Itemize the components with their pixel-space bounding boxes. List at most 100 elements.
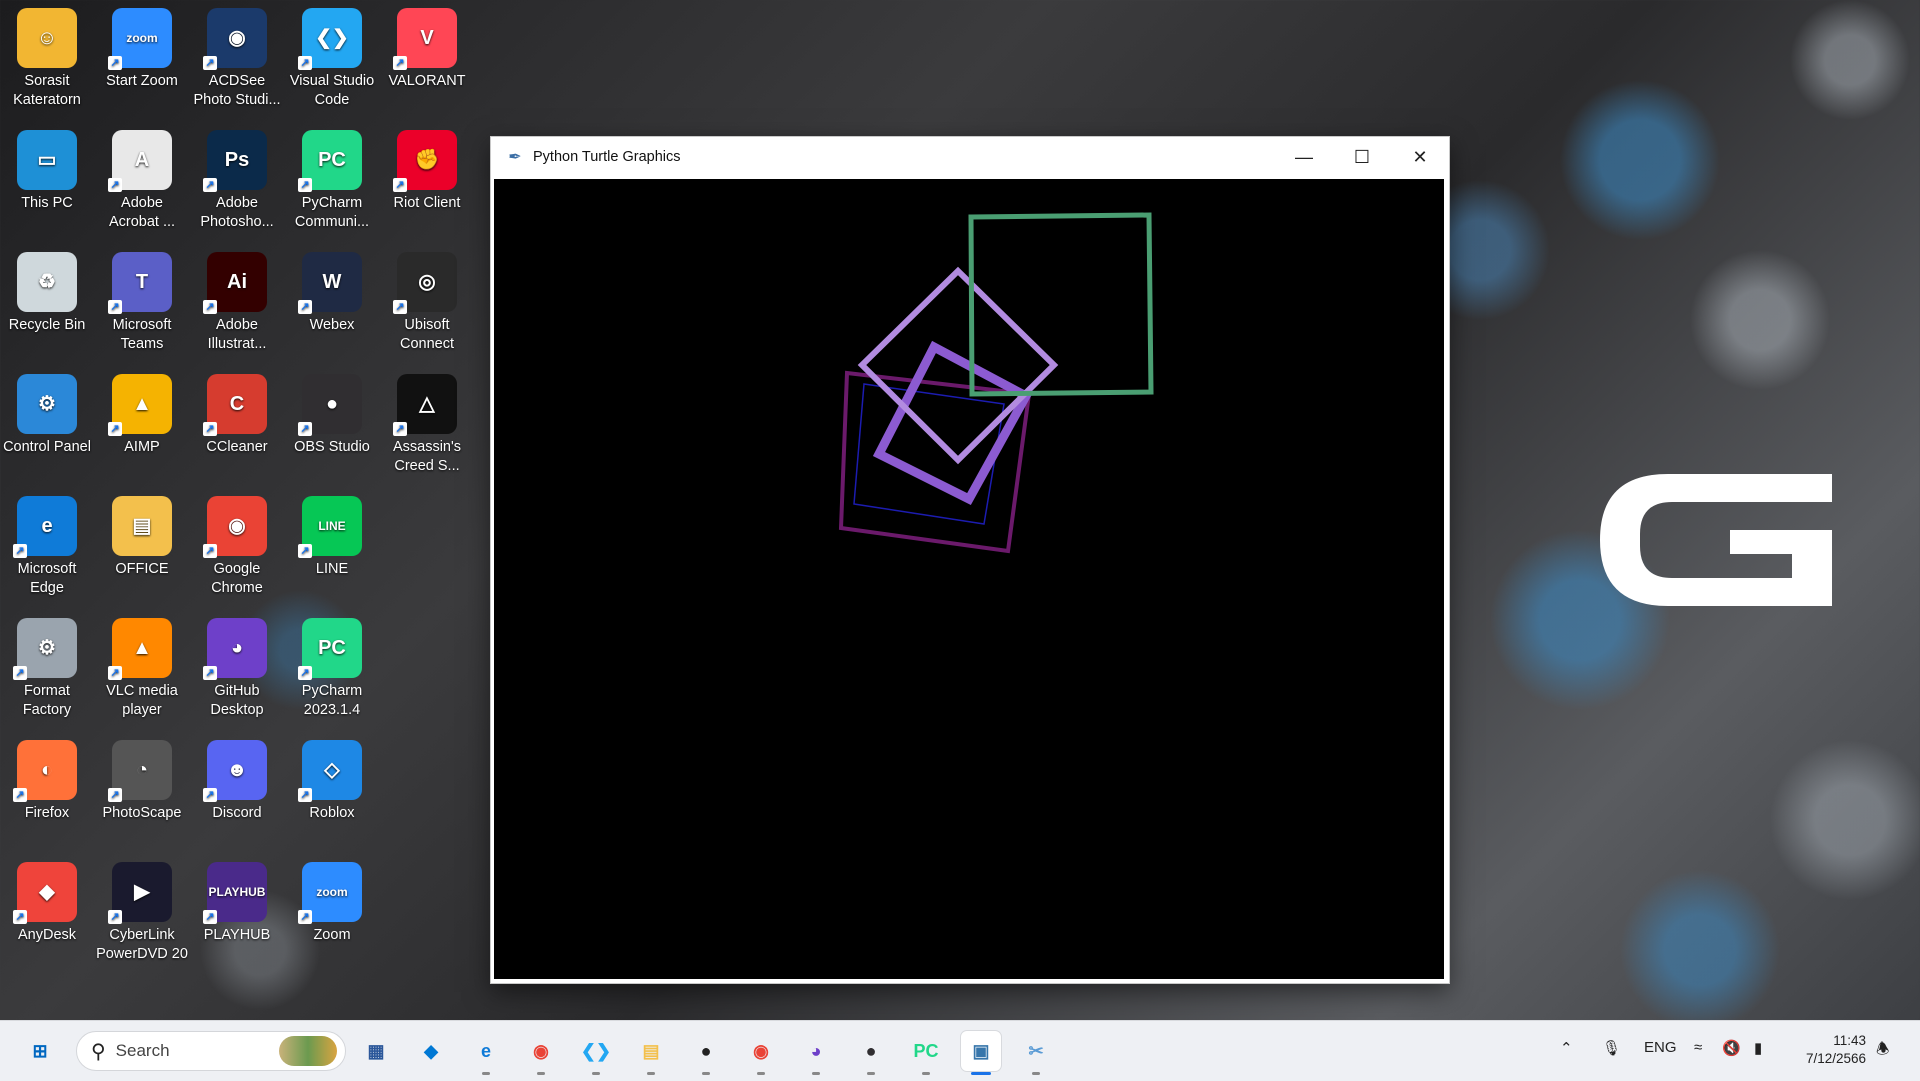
desktop-icon[interactable]: W ↗ Webex <box>285 252 379 335</box>
volume-muted-icon[interactable]: 🔇 <box>1722 1039 1741 1057</box>
taskbar-pycharm[interactable]: PC <box>906 1031 946 1075</box>
desktop-icon[interactable]: ▶ ↗ CyberLink PowerDVD 20 <box>95 862 189 964</box>
desktop-icon-label: VALORANT <box>388 73 466 89</box>
shortcut-arrow-icon: ↗ <box>203 178 217 192</box>
shortcut-arrow-icon: ↗ <box>108 178 122 192</box>
desktop-icon[interactable]: PLAYHUB ↗ PLAYHUB <box>190 862 284 945</box>
acrobat-icon: A ↗ <box>108 130 172 192</box>
taskbar-chrome-profile[interactable]: ◉ <box>741 1031 781 1075</box>
desktop-icon[interactable]: ☺ Sorasit Kateratorn <box>0 8 94 110</box>
desktop-icon-label: Sorasit Kateratorn <box>13 73 81 108</box>
desktop-icon-label: Start Zoom <box>106 73 178 89</box>
taskbar-snipping-tool[interactable]: ✂ <box>1016 1031 1056 1075</box>
taskbar-clock[interactable]: 11:43 7/12/2566 <box>1784 1032 1866 1068</box>
desktop-icon[interactable]: ◉ ↗ ACDSee Photo Studi... <box>190 8 284 110</box>
maximize-button[interactable]: ☐ <box>1333 137 1391 177</box>
desktop-icon-label: GitHub Desktop <box>210 683 264 718</box>
desktop-icon[interactable]: ⚙ ↗ Format Factory <box>0 618 94 720</box>
folder-icon: ▤ <box>112 496 172 556</box>
desktop-icon[interactable]: zoom ↗ Zoom <box>285 862 379 945</box>
recycle-bin-icon: ♻ <box>17 252 77 312</box>
taskbar-obs[interactable]: ● <box>851 1031 891 1075</box>
turtle-canvas[interactable] <box>494 179 1444 979</box>
running-indicator <box>971 1072 991 1075</box>
desktop-icon[interactable]: △ ↗ Assassin's Creed S... <box>380 374 474 476</box>
taskbar-vscode[interactable]: ❮❯ <box>576 1031 616 1075</box>
desktop-icon[interactable]: ● ↗ OBS Studio <box>285 374 379 457</box>
desktop-icon[interactable]: ◉ ↗ Google Chrome <box>190 496 284 598</box>
taskbar-edge[interactable]: e <box>466 1031 506 1075</box>
desktop-icon-label: OFFICE <box>115 561 169 577</box>
desktop-icon[interactable]: ✊ ↗ Riot Client <box>380 130 474 213</box>
taskbar-windows-security[interactable]: ◆ <box>411 1031 451 1071</box>
wifi-icon[interactable]: ≈ <box>1694 1039 1702 1056</box>
desktop-icon[interactable]: zoom ↗ Start Zoom <box>95 8 189 91</box>
shortcut-arrow-icon: ↗ <box>203 788 217 802</box>
vlc-icon: ▲ ↗ <box>108 618 172 680</box>
desktop-icon[interactable]: C ↗ CCleaner <box>190 374 284 457</box>
taskbar-search[interactable]: ⚲ Search <box>76 1031 346 1071</box>
desktop-icon[interactable]: ◎ ↗ Ubisoft Connect <box>380 252 474 354</box>
minimize-button[interactable]: — <box>1275 137 1333 177</box>
desktop-icon[interactable]: ◕ ↗ GitHub Desktop <box>190 618 284 720</box>
running-indicator <box>702 1072 710 1075</box>
running-indicator <box>757 1072 765 1075</box>
desktop-icon[interactable]: A ↗ Adobe Acrobat ... <box>95 130 189 232</box>
microphone-icon[interactable]: 🎙 <box>1602 1039 1621 1057</box>
taskbar-github-desktop[interactable]: ◕ <box>796 1031 836 1075</box>
shortcut-arrow-icon: ↗ <box>108 300 122 314</box>
shortcut-arrow-icon: ↗ <box>203 666 217 680</box>
valorant-icon: V ↗ <box>393 8 457 70</box>
desktop-icon-label: Webex <box>309 317 355 333</box>
control-panel-icon: ⚙ <box>17 374 77 434</box>
window-titlebar[interactable]: ✒ Python Turtle Graphics — ☐ ✕ <box>491 137 1449 177</box>
desktop-icon[interactable]: ◆ ↗ AnyDesk <box>0 862 94 945</box>
desktop-icon[interactable]: T ↗ Microsoft Teams <box>95 252 189 354</box>
desktop-icon-label: Control Panel <box>3 439 91 455</box>
desktop-icon[interactable]: ❮❯ ↗ Visual Studio Code <box>285 8 379 110</box>
desktop-icon[interactable]: ♻ Recycle Bin <box>0 252 94 335</box>
taskbar-chrome[interactable]: ◉ <box>521 1031 561 1075</box>
roblox-icon: ◇ ↗ <box>298 740 362 802</box>
language-indicator[interactable]: ENG <box>1644 1039 1677 1056</box>
chevron-up-icon[interactable]: ⌃ <box>1560 1039 1573 1057</box>
desktop-icon[interactable]: ⚙ Control Panel <box>0 374 94 457</box>
taskbar-python[interactable]: ▣ <box>961 1031 1001 1075</box>
desktop-icon[interactable]: PC ↗ PyCharm Communi... <box>285 130 379 232</box>
desktop-icon[interactable]: ▤ OFFICE <box>95 496 189 579</box>
desktop-icon[interactable]: ▲ ↗ VLC media player <box>95 618 189 720</box>
line-icon: LINE ↗ <box>298 496 362 558</box>
anydesk-icon: ◆ ↗ <box>13 862 77 924</box>
desktop-icon[interactable]: ☻ ↗ Discord <box>190 740 284 823</box>
desktop-icon[interactable]: ◔ ↗ PhotoScape <box>95 740 189 823</box>
user-folder-icon: ☺ <box>17 8 77 68</box>
desktop-icon-label: Discord <box>212 805 262 821</box>
shortcut-arrow-icon: ↗ <box>203 422 217 436</box>
notification-bell-icon[interactable]: 🕭 <box>1876 1039 1889 1064</box>
shortcut-arrow-icon: ↗ <box>298 910 312 924</box>
desktop-icon[interactable]: ◇ ↗ Roblox <box>285 740 379 823</box>
desktop-icon[interactable]: ◐ ↗ Firefox <box>0 740 94 823</box>
playhub-icon: PLAYHUB ↗ <box>203 862 267 924</box>
close-button[interactable]: ✕ <box>1391 137 1449 177</box>
desktop-icon-label: CCleaner <box>206 439 268 455</box>
clock-time: 11:43 <box>1833 1033 1866 1048</box>
window-title: Python Turtle Graphics <box>533 149 681 165</box>
desktop-icon[interactable]: Ai ↗ Adobe Illustrat... <box>190 252 284 354</box>
taskbar-microsoft-store[interactable]: ▦ <box>356 1031 396 1071</box>
desktop-icon[interactable]: V ↗ VALORANT <box>380 8 474 91</box>
desktop-icon[interactable]: ▭ This PC <box>0 130 94 213</box>
taskbar-file-explorer[interactable]: ▤ <box>631 1031 671 1075</box>
desktop-icon[interactable]: PC ↗ PyCharm 2023.1.4 <box>285 618 379 720</box>
desktop-icon[interactable]: Ps ↗ Adobe Photosho... <box>190 130 284 232</box>
desktop-icon[interactable]: e ↗ Microsoft Edge <box>0 496 94 598</box>
taskbar-start-button[interactable]: ⊞ <box>20 1031 60 1071</box>
turtle-window[interactable]: ✒ Python Turtle Graphics — ☐ ✕ <box>490 136 1450 984</box>
desktop-icon[interactable]: ▲ ↗ AIMP <box>95 374 189 457</box>
battery-icon[interactable]: ▮ <box>1754 1039 1762 1057</box>
shortcut-arrow-icon: ↗ <box>13 544 27 558</box>
desktop-icon[interactable]: LINE ↗ LINE <box>285 496 379 579</box>
taskbar: ⚲ Search ⊞ ▦ ◆ e ◉ ❮❯ ▤ ● ◉ ◕ ● PC ▣ ✂ ⌃ 🎙 ENG ≈ 🔇 ▮ … <box>0 1020 1920 1081</box>
taskbar-alienware[interactable]: ● <box>686 1031 726 1075</box>
photoshop-icon: Ps ↗ <box>203 130 267 192</box>
